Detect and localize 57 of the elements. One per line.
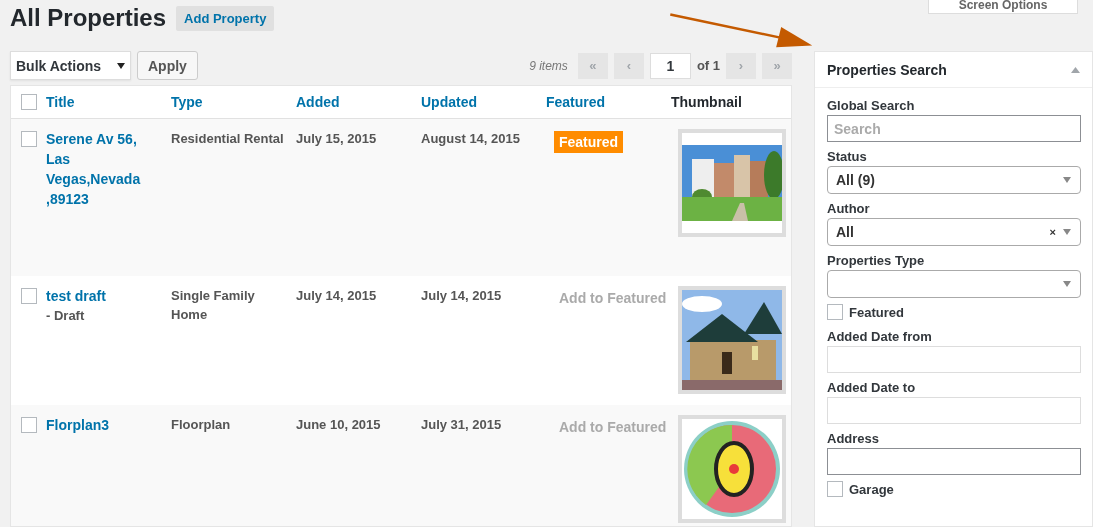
checkbox-label: Garage: [849, 481, 894, 497]
text-field[interactable]: Search: [827, 115, 1081, 142]
date-field[interactable]: [827, 346, 1081, 373]
column-header[interactable]: Title: [46, 94, 75, 110]
featured-badge: Featured: [554, 131, 624, 153]
column-header: Thumbnail: [671, 94, 742, 110]
field-label: Properties Type: [827, 253, 926, 268]
dropdown-select[interactable]: [827, 270, 1081, 298]
apply-button[interactable]: Apply: [137, 51, 198, 80]
checkbox[interactable]: [827, 481, 843, 497]
added-date: July 15, 2015: [296, 130, 378, 148]
bulk-actions-select[interactable]: Bulk Actions: [10, 51, 131, 80]
dropdown-select[interactable]: All ×: [827, 218, 1081, 246]
caret-icon: [1062, 177, 1072, 183]
page-title: All Properties: [10, 4, 167, 32]
column-header[interactable]: Updated: [421, 94, 477, 110]
items-count: 9 items: [529, 58, 568, 73]
updated-date: July 31, 2015: [421, 416, 503, 434]
column-header[interactable]: Added: [296, 94, 340, 110]
text-field[interactable]: [827, 448, 1081, 475]
type-cell-text: Floorplan: [171, 416, 232, 434]
field-label: Status: [827, 149, 868, 164]
page-number-field[interactable]: 1: [649, 52, 691, 79]
caret-icon: [1062, 229, 1072, 235]
checkbox[interactable]: [827, 304, 843, 320]
caret-icon: [117, 62, 125, 69]
date-field[interactable]: [827, 397, 1081, 424]
field-label: Author: [827, 201, 871, 216]
caret-icon: [1062, 281, 1072, 287]
property-title-link[interactable]: test draft: [46, 286, 114, 306]
collapse-icon[interactable]: [1071, 66, 1080, 73]
property-title-link[interactable]: Serene Av 56, Las Vegas,Nevada ,89123: [46, 129, 171, 209]
field-label: Global Search: [827, 98, 916, 113]
column-header[interactable]: Type: [171, 94, 203, 110]
updated-date: August 14, 2015: [421, 130, 521, 148]
field-label: Added Date from: [827, 329, 933, 344]
field-label: Address: [827, 431, 881, 446]
row-checkbox[interactable]: [21, 288, 37, 304]
screen-options-tab[interactable]: Screen Options: [928, 0, 1078, 14]
dropdown-select[interactable]: All (9): [827, 166, 1081, 194]
updated-date: July 14, 2015: [421, 287, 503, 305]
add-property-button[interactable]: Add Property: [176, 5, 275, 31]
type-cell-text: Single Family Home: [171, 287, 256, 324]
panel-title: Properties Search: [827, 61, 947, 78]
row-checkbox[interactable]: [21, 417, 37, 433]
property-title-link[interactable]: Florplan3: [46, 415, 171, 435]
column-header[interactable]: Featured: [546, 94, 606, 110]
select-all-checkbox[interactable]: [21, 94, 37, 110]
row-checkbox[interactable]: [21, 131, 37, 147]
added-date: June 10, 2015: [296, 416, 382, 434]
field-label: Added Date to: [827, 380, 917, 395]
clear-icon[interactable]: ×: [1049, 226, 1056, 238]
draft-status: - Draft: [46, 307, 85, 325]
checkbox-label: Featured: [849, 304, 904, 320]
type-cell-text: Residential Rental: [171, 130, 285, 148]
page-total: of 1: [696, 58, 720, 73]
added-date: July 14, 2015: [296, 287, 378, 305]
